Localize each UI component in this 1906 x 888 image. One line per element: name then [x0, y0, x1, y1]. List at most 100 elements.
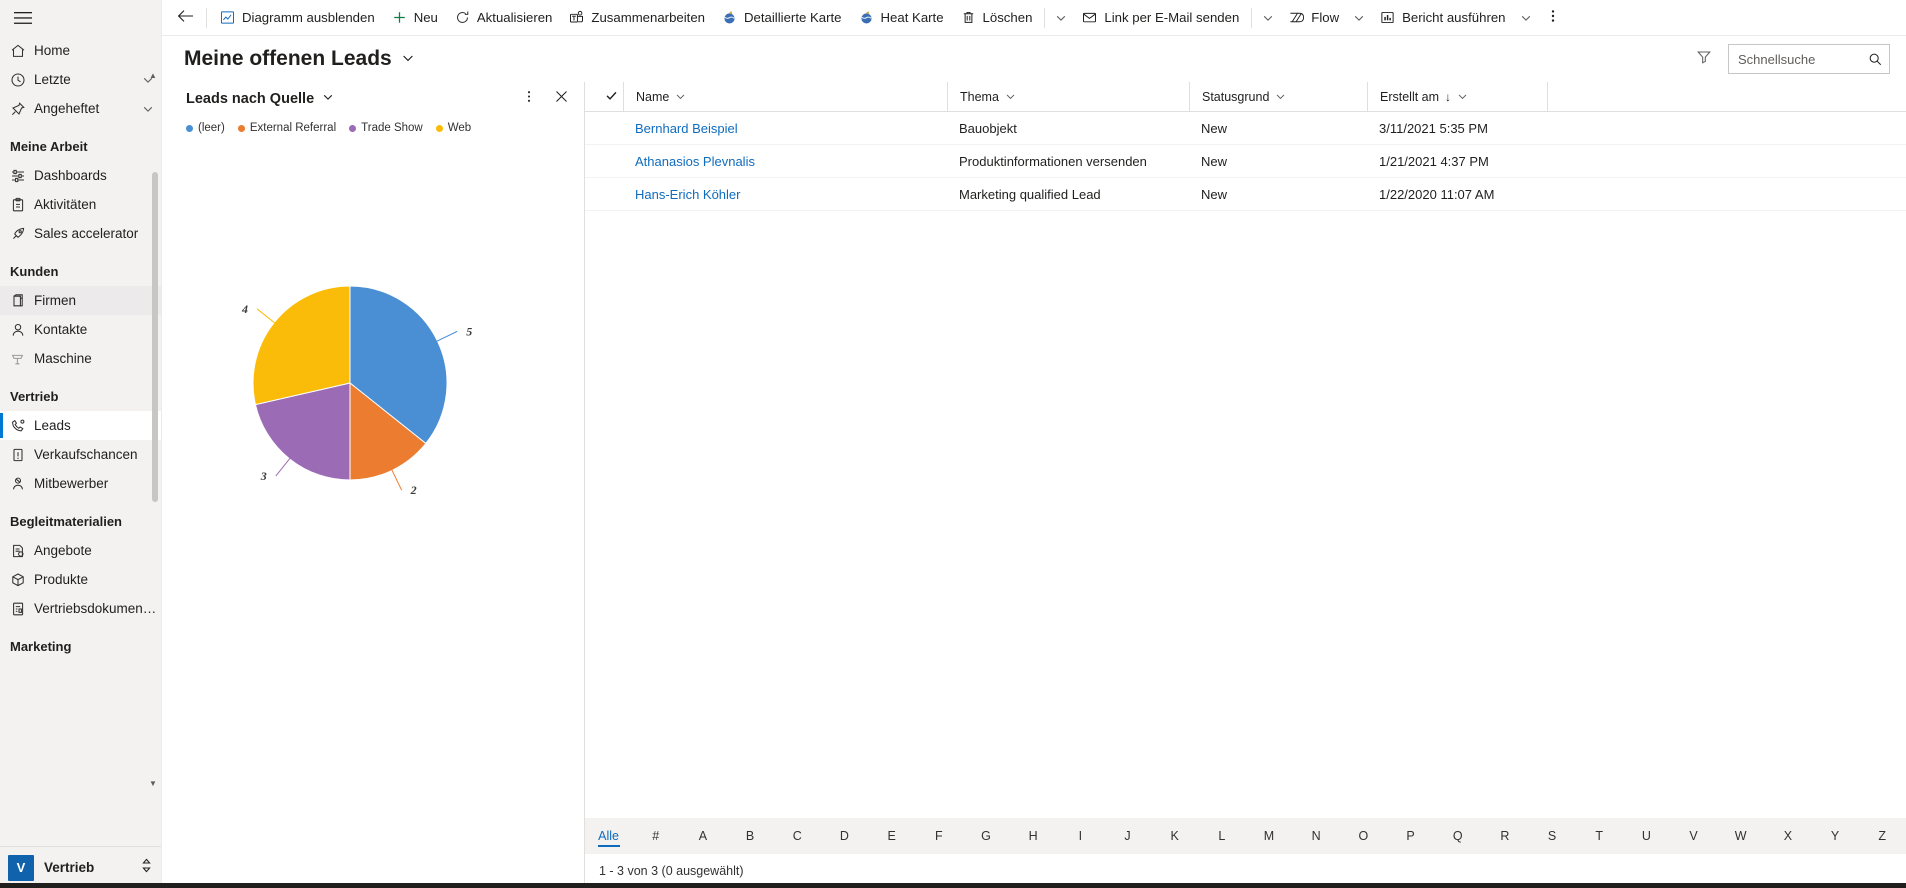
alpha-filter-f[interactable]: F — [915, 818, 962, 854]
sidebar-item-leads[interactable]: Leads — [0, 411, 161, 440]
sidebar-item-letzte[interactable]: Letzte — [0, 65, 161, 94]
alpha-filter-u[interactable]: U — [1623, 818, 1670, 854]
legend-item[interactable]: (leer) — [186, 122, 225, 134]
filter-button[interactable] — [1688, 43, 1720, 75]
cell-name[interactable]: Hans-Erich Köhler — [623, 187, 947, 202]
chevron-down-icon[interactable] — [1275, 91, 1286, 102]
scroll-down-arrow[interactable]: ▼ — [148, 780, 158, 788]
chart-more-button[interactable] — [516, 86, 542, 112]
pie-slice[interactable] — [252, 285, 351, 406]
alpha-filter-z[interactable]: Z — [1859, 818, 1906, 854]
pie-chart-svg[interactable]: 5 2 3 4 — [162, 134, 585, 694]
scroll-up-arrow[interactable]: ▲ — [148, 72, 158, 80]
alpha-filter-r[interactable]: R — [1481, 818, 1528, 854]
sidebar-item-firmen[interactable]: Firmen — [0, 286, 161, 315]
alpha-filter-l[interactable]: L — [1198, 818, 1245, 854]
sidebar-item-produkte[interactable]: Produkte — [0, 565, 161, 594]
column-header-statusgrund[interactable]: Statusgrund — [1189, 81, 1367, 112]
chevron-down-icon[interactable] — [401, 47, 415, 71]
alpha-filter-#[interactable]: # — [632, 818, 679, 854]
sidebar-item-vertriebsdokumente[interactable]: Vertriebsdokumen… — [0, 594, 161, 623]
column-header-erstellt-am[interactable]: Erstellt am ↓ — [1367, 81, 1547, 112]
sidebar-item-angeheftet[interactable]: Angeheftet — [0, 94, 161, 123]
alpha-filter-g[interactable]: G — [962, 818, 1009, 854]
alpha-filter-j[interactable]: J — [1104, 818, 1151, 854]
command-neu[interactable]: Neu — [383, 2, 446, 34]
quick-search[interactable] — [1728, 44, 1890, 74]
table-row[interactable]: Bernhard Beispiel Bauobjekt New 3/11/202… — [585, 112, 1906, 145]
legend-item[interactable]: Web — [435, 122, 471, 134]
chart-icon — [219, 10, 236, 25]
search-icon[interactable] — [1868, 52, 1883, 67]
alpha-filter-a[interactable]: A — [679, 818, 726, 854]
sidebar-item-mitbewerber[interactable]: Mitbewerber — [0, 469, 161, 498]
chevron-down-icon[interactable] — [1457, 91, 1468, 102]
sidebar-item-maschine[interactable]: Maschine — [0, 344, 161, 373]
alpha-filter-alle[interactable]: Alle — [585, 818, 632, 854]
sidebar-item-verkaufschancen[interactable]: Verkaufschancen — [0, 440, 161, 469]
sidebar-scrollbar[interactable]: ▲ ▼ — [148, 72, 159, 788]
command-heat-karte[interactable]: Heat Karte — [850, 2, 952, 34]
column-header-name[interactable]: Name — [623, 81, 947, 112]
command-diagramm-ausblenden[interactable]: Diagramm ausblenden — [211, 2, 383, 34]
alpha-filter-i[interactable]: I — [1057, 818, 1104, 854]
sidebar-item-sales-accelerator[interactable]: Sales accelerator — [0, 219, 161, 248]
table-row[interactable]: Hans-Erich Köhler Marketing qualified Le… — [585, 178, 1906, 211]
command-bericht-caret[interactable] — [1514, 2, 1538, 34]
command-bericht-ausfuehren[interactable]: Bericht ausführen — [1371, 2, 1513, 34]
command-loeschen[interactable]: Löschen — [952, 2, 1041, 34]
app-switcher[interactable]: V Vertrieb — [0, 846, 161, 888]
sidebar-item-home[interactable]: Home — [0, 36, 161, 65]
sidebar-item-aktivitaeten[interactable]: Aktivitäten — [0, 190, 161, 219]
select-all-checkbox[interactable] — [599, 89, 623, 105]
view-selector[interactable]: Meine offenen Leads — [184, 47, 415, 71]
alpha-filter-k[interactable]: K — [1151, 818, 1198, 854]
alpha-filter-e[interactable]: E — [868, 818, 915, 854]
home-icon — [10, 43, 34, 59]
alpha-filter-c[interactable]: C — [774, 818, 821, 854]
chevron-down-icon[interactable] — [675, 91, 686, 102]
sidebar-item-kontakte[interactable]: Kontakte — [0, 315, 161, 344]
cell-name[interactable]: Bernhard Beispiel — [623, 121, 947, 136]
back-button[interactable] — [168, 2, 202, 34]
command-flow-caret[interactable] — [1347, 2, 1371, 34]
legend-item[interactable]: External Referral — [237, 122, 336, 134]
column-header-thema[interactable]: Thema — [947, 81, 1189, 112]
alpha-filter-y[interactable]: Y — [1811, 818, 1858, 854]
command-link-email-caret[interactable] — [1256, 2, 1280, 34]
sidebar-item-dashboards[interactable]: Dashboards — [0, 161, 161, 190]
sidebar-scrollbar-thumb[interactable] — [152, 172, 158, 502]
sidebar-item-angebote[interactable]: Angebote — [0, 536, 161, 565]
alpha-filter-b[interactable]: B — [727, 818, 774, 854]
menu-toggle-button[interactable] — [0, 0, 161, 36]
command-overflow-button[interactable] — [1538, 2, 1568, 34]
alpha-filter-x[interactable]: X — [1764, 818, 1811, 854]
app-switcher-icon[interactable] — [140, 858, 153, 878]
legend-item[interactable]: Trade Show — [349, 122, 423, 134]
alpha-filter-p[interactable]: P — [1387, 818, 1434, 854]
chevron-down-icon[interactable] — [322, 91, 334, 107]
alpha-filter-s[interactable]: S — [1528, 818, 1575, 854]
search-input[interactable] — [1738, 51, 1864, 67]
alpha-filter-d[interactable]: D — [821, 818, 868, 854]
chevron-down-icon[interactable] — [1005, 91, 1016, 102]
pie-chart[interactable]: 5 2 3 4 — [162, 134, 585, 888]
alpha-filter-h[interactable]: H — [1010, 818, 1057, 854]
command-link-per-email-senden[interactable]: Link per E-Mail senden — [1073, 2, 1247, 34]
command-loeschen-caret[interactable] — [1049, 2, 1073, 34]
table-row[interactable]: Athanasios Plevnalis Produktinformatione… — [585, 145, 1906, 178]
alpha-filter-n[interactable]: N — [1293, 818, 1340, 854]
chart-close-button[interactable] — [548, 86, 574, 112]
alpha-filter-m[interactable]: M — [1245, 818, 1292, 854]
chart-selector[interactable]: Leads nach Quelle — [186, 91, 334, 107]
alpha-filter-q[interactable]: Q — [1434, 818, 1481, 854]
cell-name[interactable]: Athanasios Plevnalis — [623, 154, 947, 169]
command-aktualisieren[interactable]: Aktualisieren — [446, 2, 561, 34]
alpha-filter-w[interactable]: W — [1717, 818, 1764, 854]
command-zusammenarbeiten[interactable]: Zusammenarbeiten — [560, 2, 713, 34]
alpha-filter-o[interactable]: O — [1340, 818, 1387, 854]
alpha-filter-t[interactable]: T — [1576, 818, 1623, 854]
alpha-filter-v[interactable]: V — [1670, 818, 1717, 854]
command-detaillierte-karte[interactable]: Detaillierte Karte — [713, 2, 849, 34]
command-flow[interactable]: Flow — [1280, 2, 1347, 34]
